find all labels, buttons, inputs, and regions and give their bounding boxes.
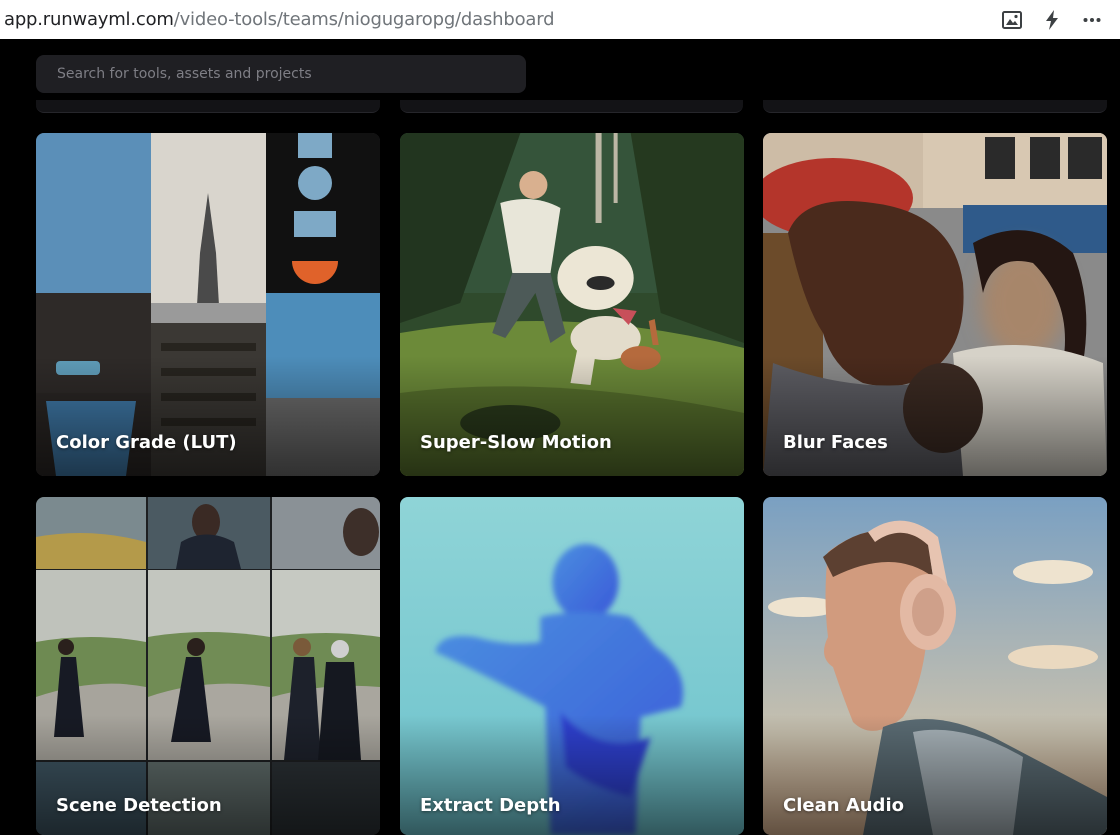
tool-card-label: Clean Audio: [783, 795, 904, 816]
card-gradient: [400, 715, 744, 835]
more-icon[interactable]: [1080, 8, 1104, 32]
tool-card-label: Super-Slow Motion: [420, 432, 612, 453]
tool-card-label: Blur Faces: [783, 432, 888, 453]
previous-row-card-edge: [36, 100, 380, 113]
card-gradient: [763, 356, 1107, 476]
tool-card-clean-audio[interactable]: Clean Audio: [763, 497, 1107, 835]
browser-toolbar: [1000, 0, 1120, 39]
card-gradient: [763, 715, 1107, 835]
tool-card-blur-faces[interactable]: Blur Faces: [763, 133, 1107, 476]
previous-row-card-edge: [400, 100, 743, 113]
card-gradient: [400, 356, 744, 476]
lightning-icon[interactable]: [1040, 8, 1064, 32]
previous-row-card-edge: [763, 100, 1107, 113]
url-host: app.runwayml.com: [4, 9, 174, 30]
search-input[interactable]: [57, 66, 526, 82]
tool-card-extract-depth[interactable]: Extract Depth: [400, 497, 744, 835]
search-bar[interactable]: [36, 55, 526, 93]
tool-card-label: Scene Detection: [56, 795, 222, 816]
picture-icon[interactable]: [1000, 8, 1024, 32]
tool-card-label: Color Grade (LUT): [56, 432, 237, 453]
tool-card-super-slow-motion[interactable]: Super-Slow Motion: [400, 133, 744, 476]
tool-card-color-grade[interactable]: Color Grade (LUT): [36, 133, 380, 476]
tool-card-label: Extract Depth: [420, 795, 561, 816]
url-path: /video-tools/teams/niogugaropg/dashboard: [173, 9, 555, 30]
tool-card-scene-detection[interactable]: Scene Detection: [36, 497, 380, 835]
card-gradient: [36, 356, 380, 476]
card-gradient: [36, 715, 380, 835]
browser-address-bar[interactable]: app.runwayml.com/video-tools/teams/niogu…: [0, 0, 1120, 39]
url-text[interactable]: app.runwayml.com/video-tools/teams/niogu…: [0, 9, 555, 30]
